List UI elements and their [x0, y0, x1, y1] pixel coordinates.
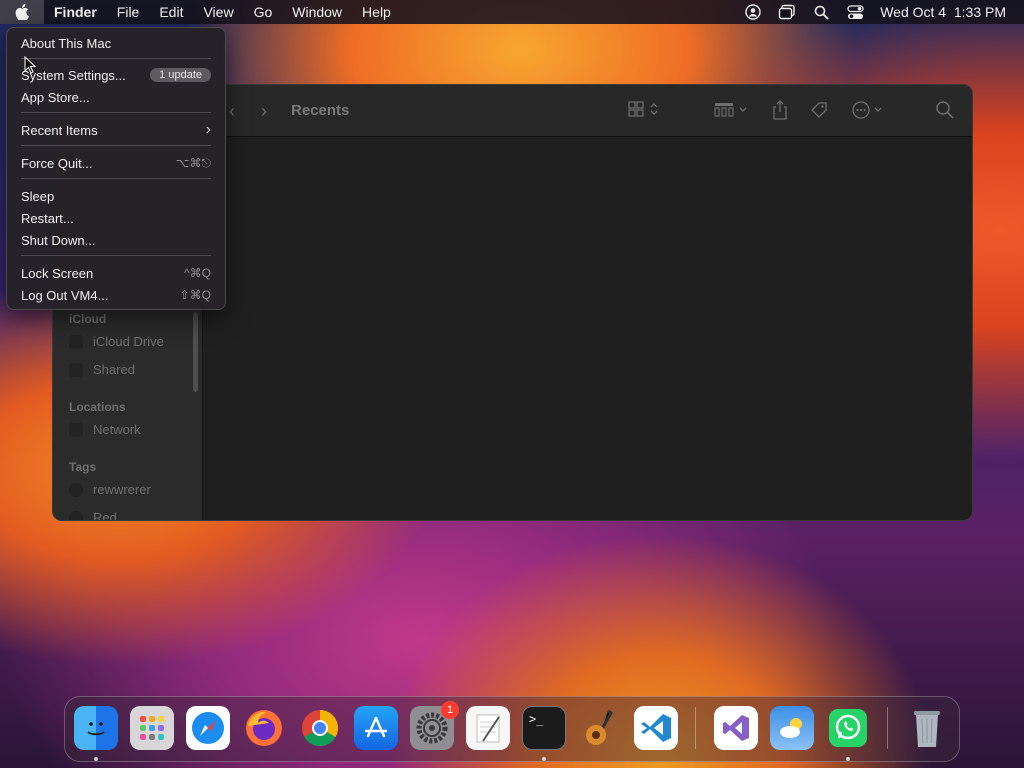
menu-item-label: App Store...	[21, 89, 90, 105]
menu-item-shortcut: ⌥⌘⎋	[175, 155, 211, 170]
chrome-icon[interactable]	[298, 706, 342, 750]
launchpad-icon[interactable]	[130, 706, 174, 750]
sidebar-item-label: Red	[93, 510, 117, 521]
shared-folder-icon	[69, 362, 83, 377]
running-indicator	[542, 757, 546, 761]
menu-separator	[21, 255, 211, 256]
tag-dot-icon	[69, 482, 83, 497]
network-icon	[69, 422, 83, 437]
running-indicator	[94, 757, 98, 761]
finder-content-area[interactable]	[203, 137, 972, 520]
menu-item-restart[interactable]: Restart...	[21, 208, 211, 228]
menu-item-label: Recent Items	[21, 122, 98, 138]
textedit-icon[interactable]	[466, 706, 510, 750]
running-indicator	[846, 757, 850, 761]
whatsapp-icon[interactable]	[826, 706, 870, 750]
menu-edit[interactable]: Edit	[149, 0, 193, 24]
sidebar-item-label: rewwrerer	[93, 482, 151, 497]
sidebar-item-shared[interactable]: Shared	[69, 362, 135, 377]
menu-app-name[interactable]: Finder	[44, 0, 107, 24]
menu-separator	[21, 112, 211, 113]
apple-menu-button[interactable]	[0, 0, 44, 24]
sidebar-scrollbar[interactable]	[193, 312, 198, 392]
apple-icon	[15, 4, 29, 20]
sidebar-item-network[interactable]: Network	[69, 422, 141, 437]
sidebar-header-tags: Tags	[69, 460, 97, 474]
dock: 1 >_	[64, 696, 960, 762]
chevron-right-icon: ›	[205, 121, 211, 138]
menu-item-label: About This Mac	[21, 35, 112, 51]
menu-item-log-out[interactable]: Log Out VM4... ⇧⌘Q	[21, 285, 211, 305]
menubar-clock[interactable]: Wed Oct 4 1:33 PM	[880, 4, 1006, 20]
menu-help[interactable]: Help	[352, 0, 401, 24]
terminal-icon[interactable]: >_	[522, 706, 566, 750]
firefox-icon[interactable]	[242, 706, 286, 750]
menu-item-force-quit[interactable]: Force Quit... ⌥⌘⎋	[21, 153, 211, 173]
menu-view[interactable]: View	[193, 0, 243, 24]
search-icon[interactable]	[812, 3, 830, 21]
sidebar-item-label: Shared	[93, 362, 135, 377]
notification-badge: 1	[441, 701, 459, 719]
weather-icon[interactable]	[770, 706, 814, 750]
sidebar-item-icloud-drive[interactable]: iCloud Drive	[69, 334, 164, 349]
user-icon[interactable]	[744, 3, 762, 21]
menu-item-lock-screen[interactable]: Lock Screen ^⌘Q	[21, 263, 211, 283]
menu-item-label: Shut Down...	[21, 232, 96, 248]
sidebar-item-label: Network	[93, 422, 141, 437]
menu-item-sleep[interactable]: Sleep	[21, 186, 211, 206]
menu-item-label: System Settings...	[21, 67, 126, 83]
menu-item-shortcut: ^⌘Q	[184, 266, 211, 280]
menu-item-recent-items[interactable]: Recent Items ›	[21, 120, 211, 140]
share-icon[interactable]	[771, 99, 789, 126]
menu-item-label: Lock Screen	[21, 265, 94, 281]
menu-bar: Finder File Edit View Go Window Help Wed…	[0, 0, 1024, 24]
windows-icon[interactable]	[778, 3, 796, 21]
menu-item-label: Restart...	[21, 210, 74, 226]
tag-dot-icon	[69, 510, 83, 520]
menu-item-label: Log Out VM4...	[21, 287, 109, 303]
forward-chevron-icon[interactable]: ›	[261, 101, 267, 122]
menu-separator	[21, 58, 211, 59]
sidebar-header-icloud: iCloud	[69, 312, 107, 326]
garageband-icon[interactable]	[578, 706, 622, 750]
menu-item-app-store[interactable]: App Store...	[21, 87, 211, 107]
finder-icon[interactable]	[74, 706, 118, 750]
group-icon[interactable]	[713, 99, 749, 124]
sidebar-item-label: iCloud Drive	[93, 334, 164, 349]
menu-file[interactable]: File	[107, 0, 150, 24]
sidebar-header-locations: Locations	[69, 400, 126, 414]
window-title: Recents	[291, 102, 350, 119]
grid-view-icon[interactable]	[627, 99, 661, 124]
control-center-icon[interactable]	[846, 3, 864, 21]
menu-item-shut-down[interactable]: Shut Down...	[21, 230, 211, 250]
mouse-pointer-icon	[24, 56, 36, 74]
menu-separator	[21, 178, 211, 179]
apple-menu-dropdown: About This Mac System Settings... 1 upda…	[6, 27, 226, 310]
dock-separator	[887, 707, 888, 749]
update-badge: 1 update	[150, 68, 211, 82]
trash-icon[interactable]	[905, 706, 949, 750]
menu-item-shortcut: ⇧⌘Q	[179, 288, 211, 302]
cloud-icon	[69, 334, 83, 349]
app-store-icon[interactable]	[354, 706, 398, 750]
menu-item-label: Force Quit...	[21, 155, 93, 171]
sidebar-item-tag-red[interactable]: Red	[69, 510, 117, 521]
menu-item-about-this-mac[interactable]: About This Mac	[21, 33, 211, 53]
vscode-icon[interactable]	[634, 706, 678, 750]
search-icon[interactable]	[935, 100, 955, 125]
menu-separator	[21, 145, 211, 146]
back-chevron-icon[interactable]: ‹	[229, 101, 235, 122]
sidebar-item-tag-rewwrerer[interactable]: rewwrerer	[69, 482, 151, 497]
menu-item-label: Sleep	[21, 188, 55, 204]
visual-studio-icon[interactable]	[714, 706, 758, 750]
tag-icon[interactable]	[809, 100, 829, 125]
menu-go[interactable]: Go	[244, 0, 283, 24]
menu-item-system-settings[interactable]: System Settings... 1 update	[21, 65, 211, 85]
dock-separator	[695, 707, 696, 749]
safari-icon[interactable]	[186, 706, 230, 750]
more-actions-icon[interactable]	[851, 100, 887, 125]
menu-window[interactable]: Window	[282, 0, 352, 24]
